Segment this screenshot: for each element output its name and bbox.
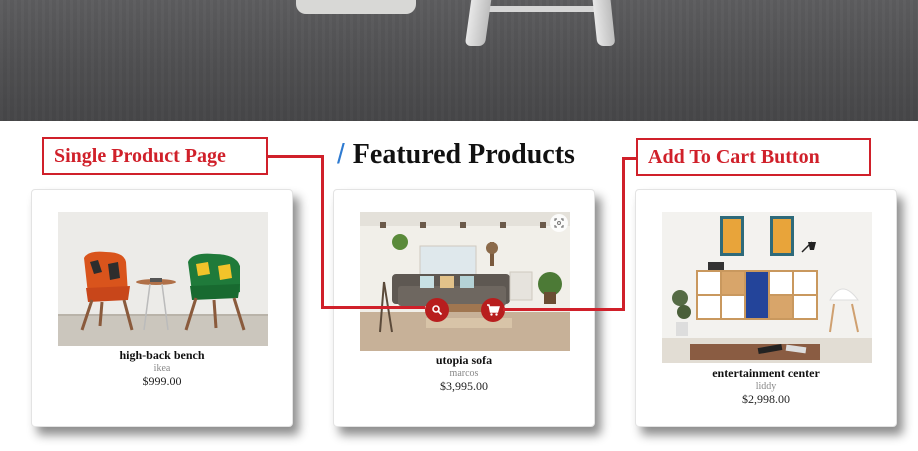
annotation-single-product: Single Product Page <box>42 137 268 175</box>
product-name[interactable]: utopia sofa <box>334 353 594 368</box>
annotation-label: Add To Cart Button <box>648 145 820 168</box>
view-product-button[interactable] <box>425 298 449 322</box>
product-company: marcos <box>449 368 479 379</box>
title-text: Featured Products <box>352 139 575 170</box>
search-icon <box>432 305 443 316</box>
connector-line <box>268 155 323 158</box>
product-name[interactable]: entertainment center <box>636 366 896 381</box>
title-slash: / <box>337 138 345 169</box>
section-title: / Featured Products <box>337 138 575 171</box>
connector-line <box>321 155 324 308</box>
expand-icon[interactable] <box>550 214 568 232</box>
product-image[interactable] <box>58 212 268 346</box>
product-image[interactable] <box>360 212 570 351</box>
connector-line <box>622 157 625 311</box>
cart-icon <box>487 304 500 316</box>
product-card[interactable]: entertainment center liddy $2,998.00 <box>635 189 897 427</box>
annotation-add-to-cart: Add To Cart Button <box>636 138 871 176</box>
hero-banner <box>0 0 918 121</box>
product-price: $2,998.00 <box>742 392 790 406</box>
connector-line <box>321 306 425 309</box>
product-image[interactable] <box>662 212 872 363</box>
product-name[interactable]: high-back bench <box>32 348 292 363</box>
annotation-label: Single Product Page <box>54 144 226 167</box>
product-price: $999.00 <box>142 374 182 388</box>
product-company: liddy <box>755 381 777 392</box>
add-to-cart-button[interactable] <box>481 298 505 322</box>
product-company: ikea <box>153 363 171 374</box>
connector-line <box>503 308 625 311</box>
product-card[interactable]: high-back bench ikea $999.00 <box>31 189 293 427</box>
product-price: $3,995.00 <box>440 379 488 393</box>
